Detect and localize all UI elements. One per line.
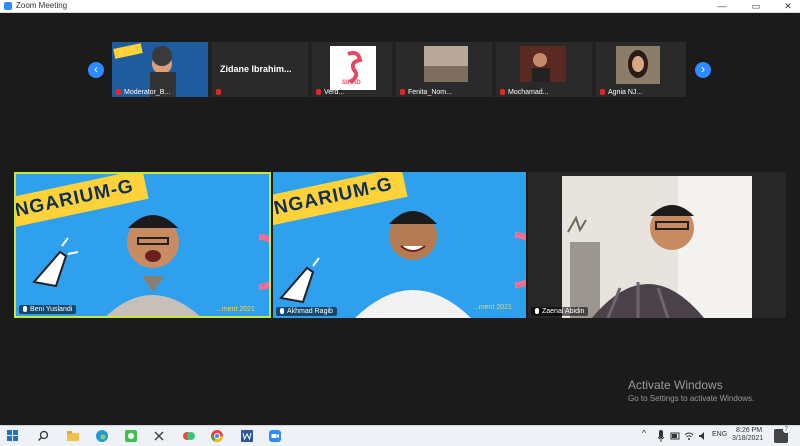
- volume-icon[interactable]: [698, 429, 708, 443]
- banner-footer-text: ...ment 2021: [216, 306, 255, 313]
- chat-app-icon[interactable]: [182, 429, 196, 443]
- zoom-app-icon: [4, 2, 12, 10]
- participant-video: [32, 215, 200, 316]
- participant-display-name: Zidane Ibrahim...: [220, 64, 292, 74]
- participant-thumbnail[interactable]: Agnia NJ...: [596, 42, 686, 97]
- muted-mic-icon: [216, 89, 221, 95]
- participant-logo: SIRAD: [330, 46, 376, 90]
- participant-video-tile[interactable]: Zaenal Abidin: [528, 172, 786, 318]
- windows-start-icon[interactable]: [6, 429, 20, 443]
- window-titlebar: Zoom Meeting — ▭ ✕: [0, 0, 800, 13]
- green-app-icon[interactable]: [124, 429, 138, 443]
- clock-date[interactable]: 3/18/2021: [732, 435, 763, 442]
- wifi-icon[interactable]: [684, 429, 694, 443]
- participant-name: Agnia NJ...: [600, 89, 642, 96]
- word-app-icon[interactable]: [240, 429, 254, 443]
- mic-icon: [535, 308, 539, 314]
- muted-mic-icon: [316, 89, 321, 95]
- participant-name: [216, 89, 224, 96]
- participant-name: Verd...: [316, 89, 344, 96]
- maximize-button[interactable]: ▭: [744, 0, 768, 12]
- clock-time[interactable]: 8:26 PM: [736, 427, 762, 434]
- gallery-prev-button[interactable]: ‹: [88, 62, 104, 78]
- windows-taskbar: ^ ENG 8:26 PM 3/18/2021 7: [0, 425, 800, 446]
- participant-thumbnail[interactable]: SIRAD Verd...: [312, 42, 392, 97]
- chrome-browser-icon[interactable]: [210, 429, 224, 443]
- participant-video: [279, 211, 471, 318]
- participant-name: Moderator_B...: [116, 89, 170, 96]
- show-hidden-icons-icon[interactable]: ^: [642, 428, 646, 438]
- participant-video-tile[interactable]: NGARIUM-G ...ment 2021 Akhmad Ragib: [273, 172, 526, 318]
- search-icon[interactable]: [36, 429, 50, 443]
- participant-video: [562, 176, 752, 318]
- participant-name-tag: Beni Yuslandi: [19, 305, 77, 314]
- participant-name: Fenita_Nom...: [400, 89, 452, 96]
- zoom-taskbar-icon[interactable]: [268, 429, 282, 443]
- participant-video-tile[interactable]: NGARIUM-G ...ment 2021 Beni Yuslandi: [14, 172, 271, 318]
- muted-mic-icon: [500, 89, 505, 95]
- microphone-icon[interactable]: [656, 429, 666, 443]
- participant-thumbnail[interactable]: Mochamad...: [496, 42, 592, 97]
- notification-count: 7: [782, 427, 790, 433]
- participant-name-tag: Zaenal Abidin: [531, 307, 589, 316]
- muted-mic-icon: [116, 89, 121, 95]
- notification-center-icon[interactable]: 7: [774, 427, 790, 443]
- gallery-next-button[interactable]: ›: [695, 62, 711, 78]
- window-title: Zoom Meeting: [16, 1, 68, 10]
- muted-mic-icon: [400, 89, 405, 95]
- participant-name-tag: Akhmad Ragib: [276, 307, 337, 316]
- battery-icon[interactable]: [670, 429, 680, 443]
- muted-mic-icon: [600, 89, 605, 95]
- close-button[interactable]: ✕: [776, 0, 800, 12]
- participant-thumbnail[interactable]: Moderator_B...: [112, 42, 208, 97]
- snipping-tool-icon[interactable]: [152, 429, 166, 443]
- mic-icon: [280, 308, 284, 314]
- language-indicator[interactable]: ENG: [712, 431, 727, 438]
- edge-browser-icon[interactable]: [95, 429, 109, 443]
- participant-thumbnail[interactable]: Zidane Ibrahim...: [212, 42, 308, 97]
- file-explorer-icon[interactable]: [66, 429, 80, 443]
- mic-icon: [23, 306, 27, 312]
- participant-name: Mochamad...: [500, 89, 548, 96]
- activate-windows-watermark: Activate Windows Go to Settings to activ…: [628, 378, 754, 403]
- minimize-button[interactable]: —: [710, 0, 734, 12]
- watermark-subtitle: Go to Settings to activate Windows.: [628, 394, 755, 403]
- banner-footer-text: ...ment 2021: [473, 304, 512, 311]
- watermark-title: Activate Windows: [628, 378, 723, 392]
- participant-thumbnail[interactable]: Fenita_Nom...: [396, 42, 492, 97]
